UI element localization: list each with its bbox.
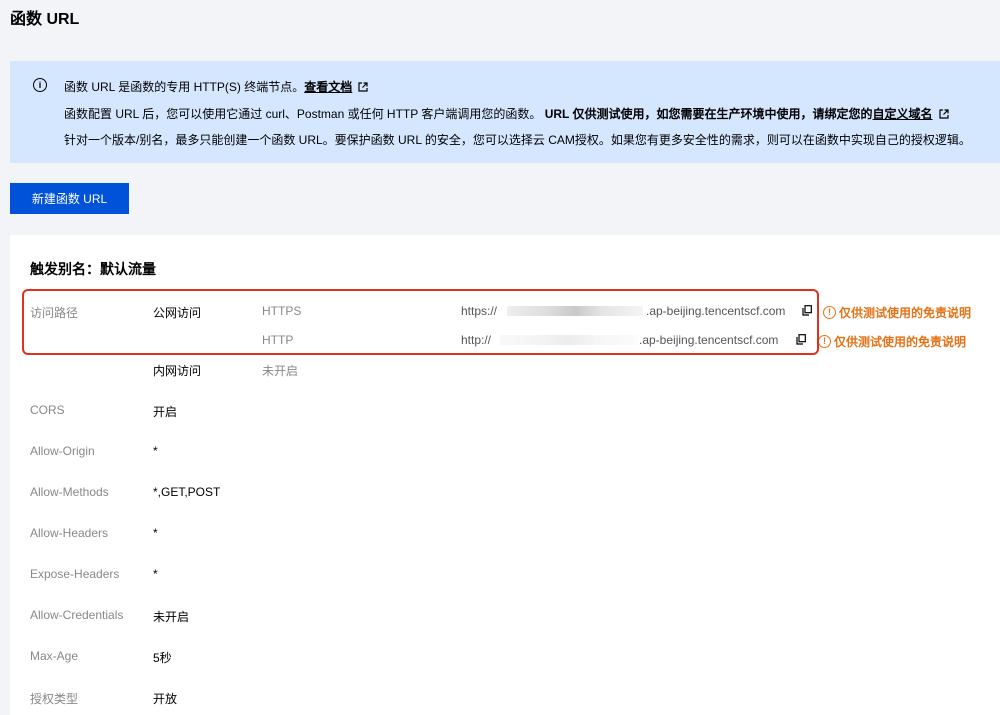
- custom-domain-link[interactable]: 自定义域名: [873, 107, 933, 121]
- field-value: *: [153, 444, 158, 458]
- banner-line-3: 针对一个版本/别名，最多只能创建一个函数 URL。要保护函数 URL 的安全，您…: [64, 133, 971, 147]
- field-row-max-age: Max-Age 5秒: [10, 649, 1000, 669]
- field-value: 5秒: [153, 651, 172, 665]
- field-value: *: [153, 526, 158, 540]
- private-access-row: 内网访问 未开启: [10, 362, 1000, 382]
- info-icon: i: [33, 78, 47, 92]
- field-label: Max-Age: [30, 649, 79, 663]
- external-link-icon[interactable]: [938, 108, 949, 122]
- trigger-alias-title: 触发别名：默认流量: [30, 261, 156, 277]
- field-label: Allow-Headers: [30, 526, 109, 540]
- banner-line-2-text: 函数配置 URL 后，您可以使用它通过 curl、Postman 或任何 HTT…: [64, 107, 542, 121]
- field-label: CORS: [30, 403, 65, 417]
- field-value: 开启: [153, 405, 178, 419]
- field-row-auth-type: 授权类型 开放: [10, 690, 1000, 710]
- field-row-expose-headers: Expose-Headers *: [10, 567, 1000, 587]
- field-row-allow-origin: Allow-Origin *: [10, 444, 1000, 464]
- disclaimer-link[interactable]: ! 仅供测试使用的免责说明: [818, 333, 966, 350]
- disclaimer-link[interactable]: ! 仅供测试使用的免责说明: [823, 304, 971, 321]
- info-banner: i 函数 URL 是函数的专用 HTTP(S) 终端节点。查看文档 函数配置 U…: [10, 61, 1000, 163]
- create-function-url-button[interactable]: 新建函数 URL: [10, 183, 129, 214]
- field-label: Allow-Credentials: [30, 608, 124, 622]
- private-access-value: 未开启: [262, 364, 299, 378]
- banner-line-1: 函数 URL 是函数的专用 HTTP(S) 终端节点。查看文档: [64, 78, 368, 95]
- field-value: *,GET,POST: [153, 485, 221, 499]
- field-row-allow-credentials: Allow-Credentials 未开启: [10, 608, 1000, 628]
- field-value: 未开启: [153, 610, 190, 624]
- field-label: Allow-Origin: [30, 444, 95, 458]
- field-row-cors: CORS 开启: [10, 403, 1000, 423]
- field-value: 开放: [153, 692, 178, 706]
- banner-line-1-text: 函数 URL 是函数的专用 HTTP(S) 终端节点。: [64, 80, 305, 94]
- banner-line-2: 函数配置 URL 后，您可以使用它通过 curl、Postman 或任何 HTT…: [64, 105, 949, 122]
- disclaimer-text: 仅供测试使用的免责说明: [834, 335, 967, 349]
- field-label: Expose-Headers: [30, 567, 120, 581]
- field-label: Allow-Methods: [30, 485, 109, 499]
- field-row-allow-headers: Allow-Headers *: [10, 526, 1000, 546]
- private-access-label: 内网访问: [153, 364, 202, 378]
- warning-icon: !: [823, 306, 836, 319]
- page-title: 函数 URL: [10, 11, 80, 28]
- disclaimer-text: 仅供测试使用的免责说明: [839, 306, 972, 320]
- field-value: *: [153, 567, 158, 581]
- field-row-allow-methods: Allow-Methods *,GET,POST: [10, 485, 1000, 505]
- highlight-box: [22, 289, 819, 355]
- field-label: 授权类型: [30, 692, 79, 706]
- banner-line-2-bold: URL 仅供测试使用，如您需要在生产环境中使用，请绑定您的: [544, 107, 873, 121]
- view-docs-link[interactable]: 查看文档: [304, 80, 352, 94]
- warning-icon: !: [818, 335, 831, 348]
- external-link-icon[interactable]: [358, 81, 368, 95]
